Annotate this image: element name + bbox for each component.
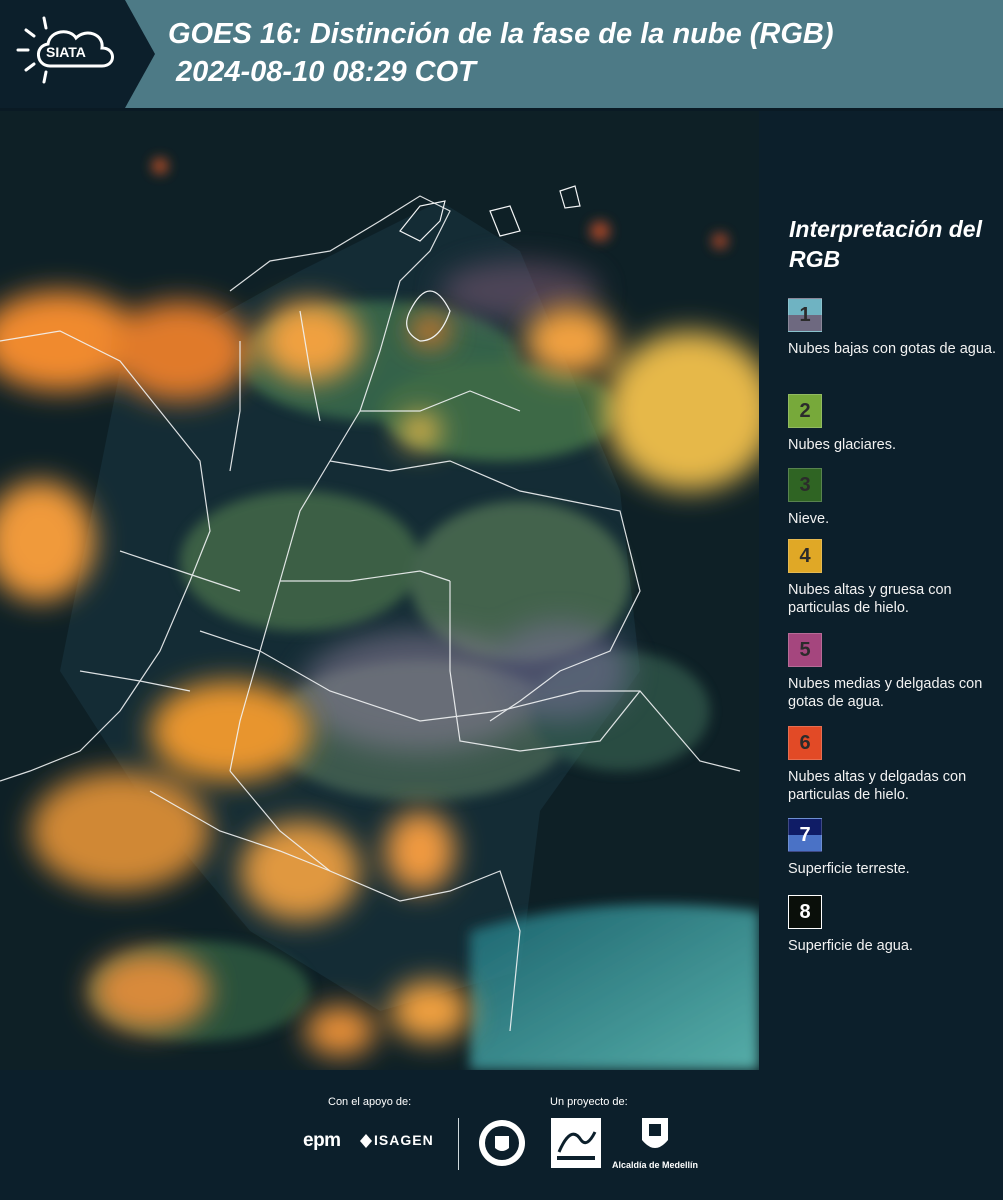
page-title: GOES 16: Distinción de la fase de la nub… [168,18,834,50]
seal-icon [479,1120,525,1166]
footer: Con el apoyo de: Un proyecto de: epm ISA… [0,1070,1003,1200]
legend-number: 3 [799,474,811,496]
legend-number: 2 [799,400,811,422]
header-bar: GOES 16: Distinción de la fase de la nub… [0,0,1003,108]
legend-title: Interpretación del RGB [789,216,982,272]
legend-label: Nubes bajas con gotas de agua. [788,341,996,357]
legend-label: Nubes glaciares. [788,437,896,453]
alcaldia-label: Alcaldía de Medellín [612,1160,699,1170]
legend-panel: Interpretación del RGB 1 Nubes bajas con… [760,111,1003,1070]
epm-logo: epm [303,1130,341,1151]
isagen-logo: ISAGEN [374,1132,434,1148]
legend-label: Nubes altas y delgadas con particulas de… [788,769,967,803]
area-metropolitana-logo [551,1118,601,1168]
legend-number: 4 [799,545,811,567]
timestamp: 2024-08-10 08:29 COT [176,56,476,88]
legend-number: 6 [799,732,811,754]
legend-label: Nieve. [788,511,830,527]
legend-number: 1 [799,304,811,326]
legend-number: 8 [799,901,811,923]
legend-label: Superficie de agua. [788,938,913,954]
footer-divider [458,1118,459,1170]
legend-label: Nubes altas y gruesa con particulas de h… [788,582,952,616]
legend-number: 5 [799,639,811,661]
support-label: Con el apoyo de: [328,1096,412,1108]
legend-label: Superficie terreste. [788,861,910,877]
isagen-icon [360,1134,372,1148]
legend-label: Nubes medias y delgadas con gotas de agu… [788,676,983,710]
project-label: Un proyecto de: [550,1096,628,1108]
logo-text: SIATA [46,44,86,60]
legend-number: 7 [799,824,811,846]
alcaldia-shield-icon [642,1118,668,1148]
satellite-map [0,111,759,1070]
